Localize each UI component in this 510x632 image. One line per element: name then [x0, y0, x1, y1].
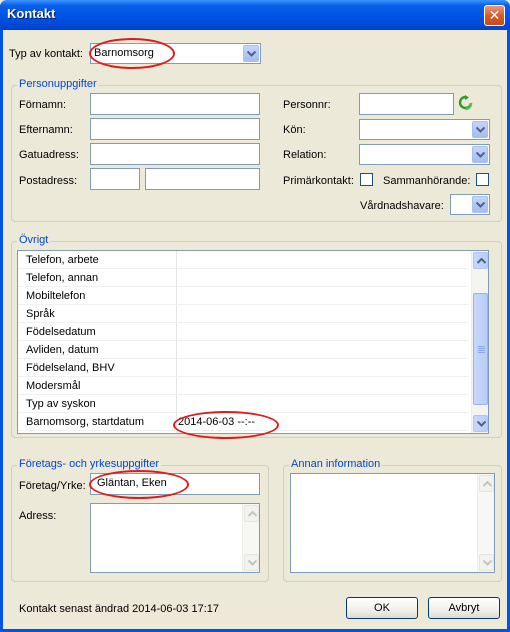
- foretag-yrke-value: Gläntan, Eken: [97, 477, 167, 489]
- primarkontakt-label: Primärkontakt:: [283, 175, 354, 187]
- window-title: Kontakt: [7, 6, 56, 21]
- green-refresh-icon[interactable]: [458, 95, 473, 111]
- chevron-down-icon: [248, 560, 257, 566]
- grid-row-label: Födelseland, BHV: [26, 362, 115, 374]
- chevron-down-icon: [476, 152, 485, 158]
- chevron-down-icon: [476, 202, 485, 208]
- grid-scrollbar[interactable]: [471, 251, 488, 433]
- grid-row[interactable]: Födelsedatum: [18, 323, 468, 341]
- grid-row[interactable]: Modersmål: [18, 377, 468, 395]
- kon-dropdown-button[interactable]: [472, 121, 488, 138]
- scroll-up-button: [479, 475, 494, 492]
- grid-row[interactable]: Språk: [18, 305, 468, 323]
- contact-type-value: Barnomsorg: [94, 47, 154, 59]
- grid-row-label: Mobiltelefon: [26, 290, 86, 302]
- close-button[interactable]: ✕: [484, 5, 505, 26]
- last-modified-status: Kontakt senast ändrad 2014-06-03 17:17: [19, 603, 219, 615]
- efternamn-input[interactable]: [90, 118, 260, 140]
- adress-label: Adress:: [19, 510, 57, 522]
- vardnadshavare-select[interactable]: [450, 194, 490, 215]
- primarkontakt-checkbox[interactable]: [360, 173, 373, 186]
- sammanhorande-checkbox[interactable]: [476, 173, 489, 186]
- relation-label: Relation:: [283, 149, 327, 161]
- postort-input[interactable]: [145, 168, 260, 190]
- ovrigt-grid[interactable]: Telefon, arbete Telefon, annan Mobiltele…: [17, 250, 489, 434]
- foretag-yrke-label: Företag/Yrke:: [19, 480, 86, 492]
- chevron-down-icon: [477, 421, 486, 427]
- annan-information-textarea[interactable]: [290, 473, 495, 573]
- vardnadshavare-dropdown-button[interactable]: [472, 196, 488, 213]
- relation-select[interactable]: [359, 144, 490, 165]
- relation-dropdown-button[interactable]: [472, 146, 488, 163]
- chevron-up-icon: [477, 258, 486, 264]
- personuppgifter-title: Personuppgifter: [17, 78, 99, 90]
- scroll-up-button: [244, 505, 259, 522]
- close-icon: ✕: [488, 7, 501, 23]
- kon-select[interactable]: [359, 119, 490, 140]
- vardnadshavare-label: Vårdnadshavare:: [360, 200, 444, 212]
- dialog-body: Typ av kontakt: Barnomsorg Personuppgift…: [3, 30, 507, 629]
- sammanhorande-label: Sammanhörande:: [383, 175, 471, 187]
- kon-label: Kön:: [283, 124, 306, 136]
- ovrigt-title: Övrigt: [17, 234, 51, 246]
- annan-scrollbar: [477, 474, 494, 572]
- grid-row-label: Avliden, datum: [26, 344, 99, 356]
- title-bar[interactable]: Kontakt ✕: [0, 0, 510, 30]
- grid-row-label: Språk: [26, 308, 55, 320]
- fornamn-label: Förnamn:: [19, 99, 67, 111]
- gatuadress-input[interactable]: [90, 143, 260, 165]
- foretag-yrke-input[interactable]: Gläntan, Eken: [90, 473, 260, 495]
- scroll-down-button: [244, 554, 259, 571]
- chevron-down-icon: [483, 560, 492, 566]
- cancel-button[interactable]: Avbryt: [428, 597, 500, 619]
- scroll-up-button[interactable]: [473, 252, 488, 269]
- efternamn-label: Efternamn:: [19, 124, 73, 136]
- chevron-up-icon: [248, 511, 257, 517]
- gatuadress-label: Gatuadress:: [19, 149, 79, 161]
- fornamn-input[interactable]: [90, 93, 260, 115]
- grid-row-label: Modersmål: [26, 380, 81, 392]
- contact-type-label: Typ av kontakt:: [9, 48, 83, 60]
- grid-row-label: Telefon, arbete: [26, 254, 99, 266]
- grid-row[interactable]: Mobiltelefon: [18, 287, 468, 305]
- postnummer-input[interactable]: [90, 168, 140, 190]
- kontakt-window: Kontakt ✕ Typ av kontakt: Barnomsorg Per…: [0, 0, 510, 632]
- grid-row-value[interactable]: 2014-06-03 --:--: [178, 416, 255, 428]
- contact-type-select[interactable]: Barnomsorg: [90, 43, 261, 64]
- scroll-down-button[interactable]: [473, 415, 488, 432]
- grid-row[interactable]: Avliden, datum: [18, 341, 468, 359]
- grid-row-label: Typ av syskon: [26, 398, 96, 410]
- postadress-label: Postadress:: [19, 175, 78, 187]
- ok-button[interactable]: OK: [346, 597, 418, 619]
- grid-row[interactable]: Telefon, arbete: [18, 251, 468, 269]
- adress-scrollbar: [242, 504, 259, 572]
- chevron-down-icon: [476, 127, 485, 133]
- personnr-input[interactable]: [359, 93, 454, 115]
- grid-row-label: Födelsedatum: [26, 326, 96, 338]
- grid-row[interactable]: Typ av syskon: [18, 395, 468, 413]
- contact-type-dropdown-button[interactable]: [243, 45, 259, 62]
- adress-textarea[interactable]: [90, 503, 260, 573]
- scroll-down-button: [479, 554, 494, 571]
- chevron-up-icon: [483, 481, 492, 487]
- personnr-label: Personnr:: [283, 99, 331, 111]
- chevron-down-icon: [247, 51, 256, 57]
- grid-row[interactable]: Telefon, annan: [18, 269, 468, 287]
- annan-information-title: Annan information: [289, 458, 383, 470]
- grid-row-label: Telefon, annan: [26, 272, 99, 284]
- foretag-title: Företags- och yrkesuppgifter: [17, 458, 162, 470]
- grid-row[interactable]: Barnomsorg, startdatum 2014-06-03 --:--: [18, 413, 468, 431]
- scroll-thumb[interactable]: [473, 293, 488, 405]
- grid-row-label: Barnomsorg, startdatum: [26, 416, 144, 428]
- grid-row[interactable]: Födelseland, BHV: [18, 359, 468, 377]
